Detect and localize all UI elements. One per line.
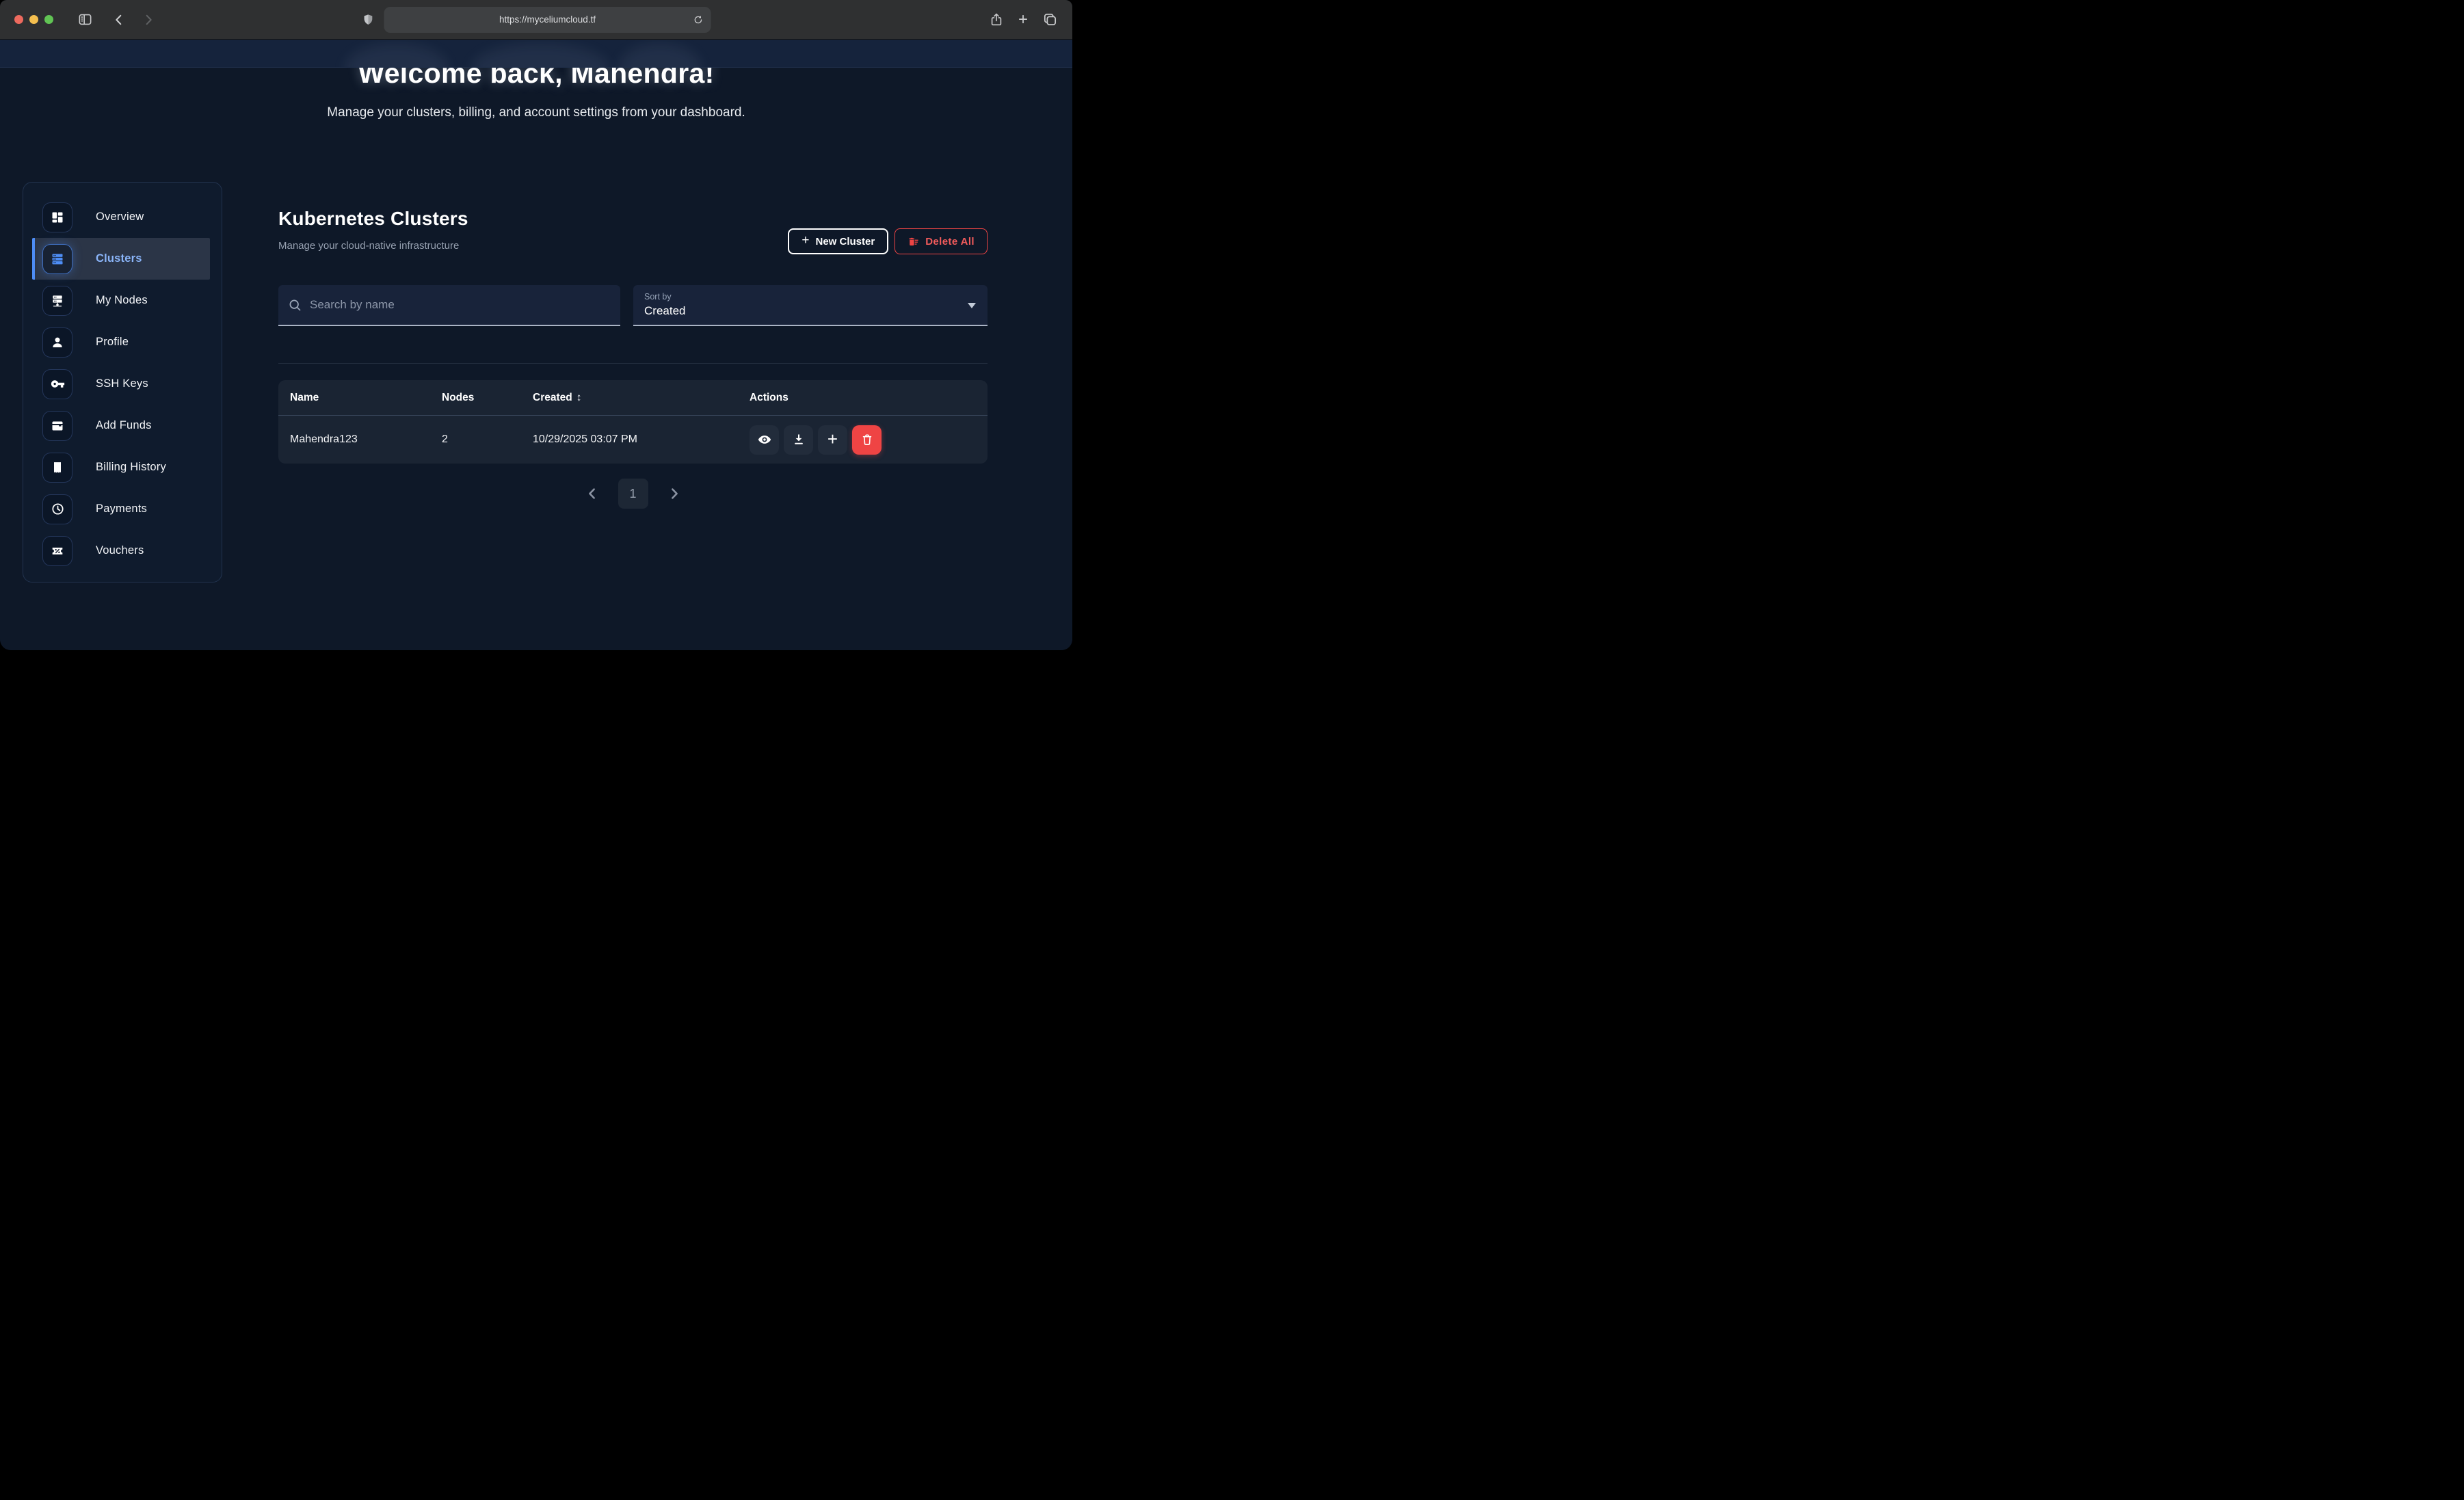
sidebar-item-label: Clusters — [96, 252, 142, 265]
pagination: 1 — [278, 479, 988, 509]
delete-sweep-icon — [908, 236, 919, 247]
row-actions: + — [750, 425, 988, 455]
next-page-chevron-icon[interactable] — [666, 485, 683, 502]
column-header-name: Name — [290, 392, 442, 404]
clusters-table: Name Nodes Created↕ Actions Mahendra123 … — [278, 380, 988, 464]
column-header-actions: Actions — [750, 392, 988, 404]
welcome-hero: Welcome back, Mahendra! Manage your clus… — [0, 68, 1072, 182]
previous-page-chevron-icon[interactable] — [584, 485, 600, 502]
sort-select[interactable]: Sort by Created — [633, 285, 988, 326]
add-node-button[interactable]: + — [818, 425, 847, 455]
search-field — [278, 285, 620, 326]
view-cluster-button[interactable] — [750, 425, 779, 455]
sort-updown-icon: ↕ — [577, 392, 582, 403]
forward-chevron-icon[interactable] — [141, 12, 156, 27]
sidebar-item-profile[interactable]: Profile — [23, 321, 222, 363]
cell-cluster-name: Mahendra123 — [290, 433, 442, 446]
server-stack-icon — [51, 252, 64, 266]
panel-subtitle: Manage your cloud-native infrastructure — [278, 240, 468, 252]
browser-toolbar: https://myceliumcloud.tf + — [0, 0, 1072, 40]
privacy-shield-icon[interactable] — [362, 12, 375, 27]
tabs-overview-icon[interactable] — [1042, 12, 1058, 27]
search-input[interactable] — [308, 297, 611, 312]
dashboard-page: Welcome back, Mahendra! Manage your clus… — [0, 40, 1072, 650]
traffic-lights — [14, 15, 53, 24]
wallet-icon — [51, 419, 64, 433]
sidebar-item-label: Overview — [96, 211, 144, 224]
cell-node-count: 2 — [442, 433, 533, 446]
top-gradient-band — [0, 40, 1072, 68]
new-cluster-button[interactable]: + New Cluster — [788, 228, 888, 254]
sidebar-item-label: SSH Keys — [96, 377, 148, 390]
browser-window: https://myceliumcloud.tf + Welcome back,… — [0, 0, 1072, 650]
sidebar-item-label: Vouchers — [96, 544, 144, 557]
sort-label: Sort by — [644, 292, 977, 302]
sidebar-item-label: Payments — [96, 503, 147, 515]
zoom-window-button[interactable] — [44, 15, 53, 24]
column-header-nodes: Nodes — [442, 392, 533, 404]
sidebar-item-overview[interactable]: Overview — [23, 196, 222, 238]
table-row: Mahendra123 2 10/29/2025 03:07 PM + — [278, 416, 988, 464]
back-chevron-icon[interactable] — [111, 12, 127, 27]
key-icon — [51, 377, 65, 391]
sidebar-toggle-icon[interactable] — [77, 12, 93, 27]
trash-icon — [860, 433, 874, 446]
delete-cluster-button[interactable] — [852, 425, 882, 455]
sidebar-item-label: Billing History — [96, 461, 166, 474]
sidebar-item-payments[interactable]: Payments — [23, 488, 222, 530]
sidebar-item-label: Profile — [96, 336, 129, 349]
share-icon[interactable] — [989, 12, 1004, 27]
minimize-window-button[interactable] — [29, 15, 38, 24]
download-kubeconfig-button[interactable] — [784, 425, 813, 455]
clock-icon — [51, 502, 65, 516]
reload-icon[interactable] — [693, 14, 704, 25]
url-text: https://myceliumcloud.tf — [499, 14, 596, 25]
sidebar-item-my-nodes[interactable]: My Nodes — [23, 280, 222, 321]
address-bar[interactable]: https://myceliumcloud.tf — [384, 7, 711, 33]
new-tab-plus-icon[interactable]: + — [1018, 12, 1028, 28]
dashboard-icon — [51, 211, 64, 224]
ticket-percent-icon — [51, 544, 64, 558]
clusters-panel: Kubernetes Clusters Manage your cloud-na… — [278, 182, 988, 509]
sidebar-item-vouchers[interactable]: Vouchers — [23, 530, 222, 572]
close-window-button[interactable] — [14, 15, 23, 24]
welcome-title: Welcome back, Mahendra! — [0, 68, 1072, 90]
sidebar-item-clusters[interactable]: Clusters — [32, 238, 210, 280]
person-icon — [51, 336, 64, 349]
nodes-rack-icon — [51, 294, 64, 308]
eye-icon — [757, 432, 772, 447]
section-divider — [278, 363, 988, 364]
column-header-created[interactable]: Created↕ — [533, 392, 750, 404]
panel-title: Kubernetes Clusters — [278, 208, 468, 230]
sort-selected-value: Created — [644, 304, 977, 318]
download-icon — [791, 432, 806, 447]
sidebar-item-billing-history[interactable]: Billing History — [23, 446, 222, 488]
search-icon — [288, 298, 302, 312]
page-number-button[interactable]: 1 — [618, 479, 648, 509]
plus-icon: + — [802, 233, 809, 248]
table-header-row: Name Nodes Created↕ Actions — [278, 380, 988, 416]
chevron-down-icon — [968, 303, 976, 308]
sidebar-item-label: Add Funds — [96, 419, 152, 432]
sidebar-item-label: My Nodes — [96, 294, 148, 307]
delete-all-button[interactable]: Delete All — [895, 228, 988, 254]
sidebar-item-ssh-keys[interactable]: SSH Keys — [23, 363, 222, 405]
cell-created-date: 10/29/2025 03:07 PM — [533, 433, 750, 446]
welcome-subtitle: Manage your clusters, billing, and accou… — [0, 105, 1072, 120]
sidebar-item-add-funds[interactable]: Add Funds — [23, 405, 222, 446]
dashboard-sidebar: Overview Clusters My Nodes Profile SSH K — [23, 182, 222, 582]
plus-icon: + — [827, 430, 838, 448]
receipt-icon — [51, 461, 64, 474]
